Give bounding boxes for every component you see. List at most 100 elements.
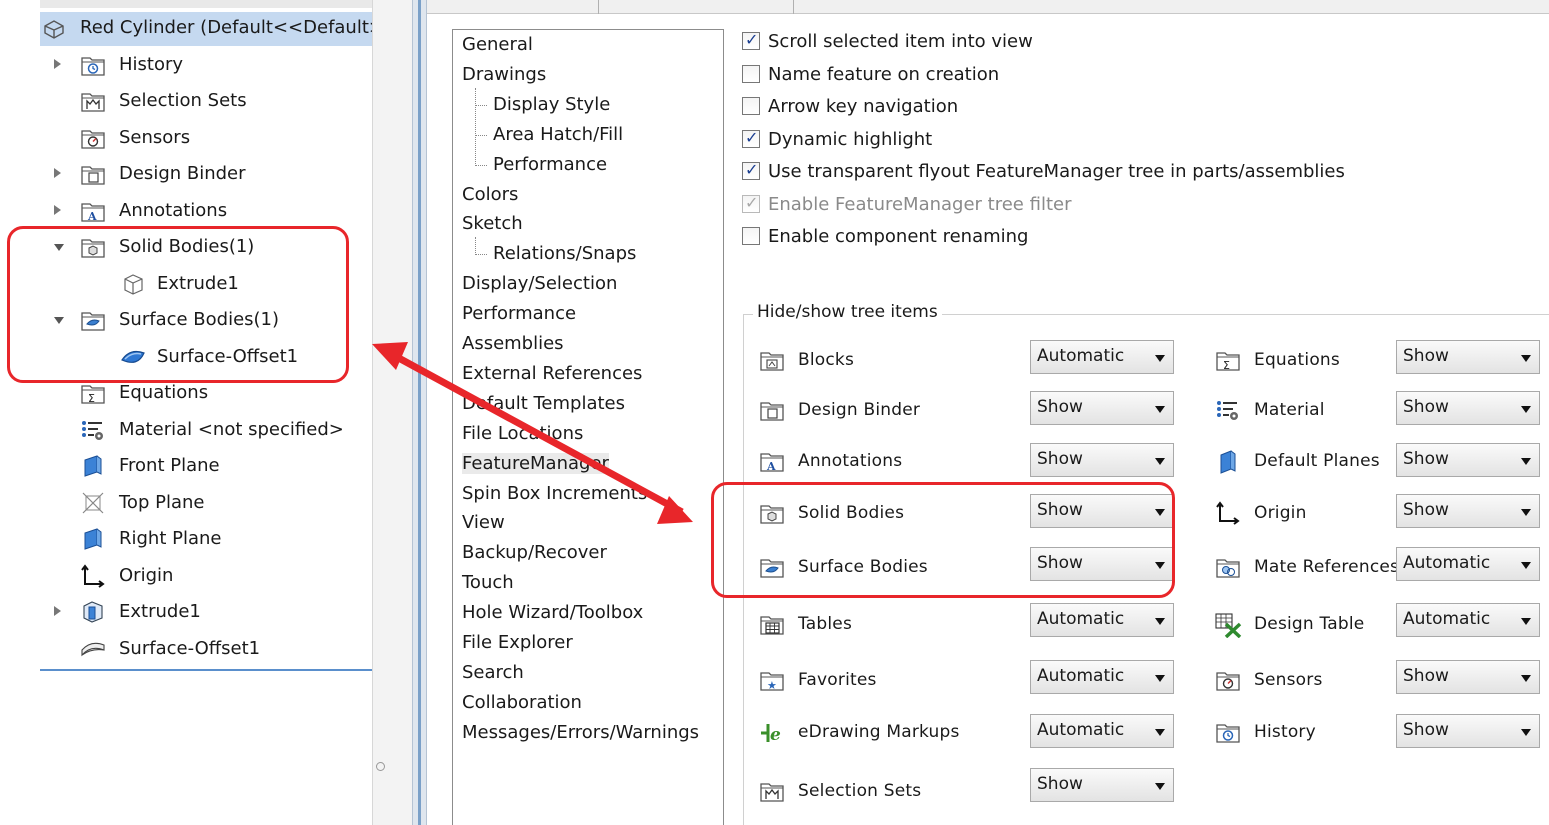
visibility-dropdown[interactable]: Show [1030, 391, 1174, 425]
chevron-down-icon [1155, 618, 1165, 625]
visibility-dropdown[interactable]: Show [1396, 391, 1540, 425]
visibility-dropdown[interactable]: Automatic [1396, 547, 1540, 581]
category-item[interactable]: Colors [462, 184, 518, 205]
category-item[interactable]: FeatureManager [462, 452, 609, 474]
option-checkbox-row[interactable]: Arrow key navigation [742, 93, 958, 119]
tree-item-label: Material <not specified> [119, 419, 344, 440]
tree-item-label: Right Plane [119, 528, 222, 549]
tree-visibility-label: Origin [1254, 503, 1307, 523]
visibility-dropdown[interactable]: Automatic [1030, 660, 1174, 694]
category-item[interactable]: Collaboration [462, 692, 582, 713]
checkbox[interactable] [742, 30, 760, 50]
chevron-down-icon [1521, 562, 1531, 569]
option-checkbox-row[interactable]: Name feature on creation [742, 61, 999, 87]
checkbox[interactable] [742, 160, 760, 180]
selection-sets-icon [759, 779, 787, 805]
category-item[interactable]: Hole Wizard/Toolbox [462, 602, 643, 623]
category-item[interactable]: Assemblies [462, 333, 564, 354]
dropdown-value: Automatic [1403, 553, 1491, 573]
visibility-dropdown[interactable]: Automatic [1030, 714, 1174, 748]
tree-visibility-label: Material [1254, 400, 1325, 420]
category-item[interactable]: Backup/Recover [462, 542, 607, 563]
option-checkbox-row[interactable]: Use transparent flyout FeatureManager tr… [742, 158, 1345, 184]
category-item[interactable]: Performance [474, 154, 607, 175]
expand-arrow-icon[interactable] [54, 606, 61, 616]
visibility-dropdown[interactable]: Automatic [1030, 603, 1174, 637]
option-checkbox-row: Enable FeatureManager tree filter [742, 191, 1071, 217]
visibility-dropdown[interactable]: Show [1396, 443, 1540, 477]
category-item[interactable]: Area Hatch/Fill [474, 124, 623, 145]
origin-icon [1215, 501, 1243, 527]
visibility-dropdown[interactable]: Show [1396, 340, 1540, 374]
checkbox[interactable] [742, 128, 760, 148]
tree-item[interactable]: Sensors [40, 122, 372, 156]
category-item[interactable]: Spin Box Increments [462, 483, 647, 504]
visibility-dropdown[interactable]: Show [1030, 443, 1174, 477]
tree-item[interactable]: History [40, 49, 372, 83]
tree-root-item[interactable]: Red Cylinder (Default<<Default> [40, 12, 372, 46]
tree-item[interactable]: Design Binder [40, 158, 372, 192]
expand-arrow-icon[interactable] [54, 205, 61, 215]
category-item[interactable]: General [462, 34, 533, 55]
tree-item[interactable]: Right Plane [40, 523, 372, 557]
visibility-dropdown[interactable]: Show [1396, 714, 1540, 748]
splitter-grip[interactable] [376, 762, 385, 771]
category-item[interactable]: Relations/Snaps [474, 243, 636, 264]
option-checkbox-row[interactable]: Dynamic highlight [742, 126, 932, 152]
category-item[interactable]: View [462, 512, 505, 533]
tab-system-options[interactable] [427, 0, 599, 14]
dropdown-value: Automatic [1403, 609, 1491, 629]
checkbox[interactable] [742, 227, 760, 245]
dropdown-value: Show [1403, 449, 1449, 469]
visibility-dropdown[interactable]: Automatic [1396, 603, 1540, 637]
tree-item[interactable]: Top Plane [40, 487, 372, 521]
category-item[interactable]: Drawings [462, 64, 546, 85]
tree-item[interactable]: Surface-Offset1 [40, 633, 372, 667]
checkbox[interactable] [742, 97, 760, 115]
dropdown-value: Automatic [1037, 609, 1125, 629]
category-item[interactable]: Messages/Errors/Warnings [462, 722, 699, 743]
chevron-down-icon [1521, 675, 1531, 682]
equations-icon: Σ [1215, 348, 1243, 374]
category-item[interactable]: Performance [462, 303, 576, 324]
checkbox-label: Enable component renaming [768, 225, 1029, 247]
checkbox[interactable] [742, 65, 760, 83]
category-item[interactable]: External References [462, 363, 642, 384]
tree-item[interactable]: Extrude1 [40, 596, 372, 630]
tree-item[interactable]: A Annotations [40, 195, 372, 229]
chevron-down-icon [1155, 783, 1165, 790]
surface-offset-feature-icon [80, 637, 106, 661]
tab-document-properties[interactable] [599, 0, 794, 14]
category-item[interactable]: File Explorer [462, 632, 573, 653]
visibility-dropdown[interactable]: Show [1396, 494, 1540, 528]
category-item[interactable]: Touch [462, 572, 514, 593]
plane-icon [80, 491, 106, 515]
expand-arrow-icon[interactable] [54, 168, 61, 178]
category-item[interactable]: Display Style [474, 94, 610, 115]
tree-visibility-label: Design Binder [798, 400, 921, 420]
tree-item[interactable]: Origin [40, 560, 372, 594]
tree-visibility-label: Blocks [798, 350, 855, 370]
dropdown-value: Automatic [1037, 720, 1125, 740]
option-checkbox-row[interactable]: Scroll selected item into view [742, 28, 1033, 54]
tree-visibility-label: Sensors [1254, 670, 1323, 690]
visibility-dropdown[interactable]: Show [1030, 768, 1174, 802]
plane-icon [80, 454, 106, 478]
panel-splitter[interactable] [372, 0, 412, 825]
part-icon [42, 18, 66, 40]
visibility-dropdown[interactable]: Show [1396, 660, 1540, 694]
category-item[interactable]: Display/Selection [462, 273, 617, 294]
tree-visibility-item: ★ Favorites [759, 666, 1019, 696]
expand-arrow-icon[interactable] [54, 59, 61, 69]
tree-item[interactable]: Material <not specified> [40, 414, 372, 448]
option-checkbox-row[interactable]: Enable component renaming [742, 223, 1028, 249]
tree-item-label: Sensors [119, 127, 191, 148]
visibility-dropdown[interactable]: Automatic [1030, 340, 1174, 374]
category-item[interactable]: File Locations [462, 423, 583, 444]
category-item[interactable]: Search [462, 662, 524, 683]
extrude-feature-icon [80, 600, 106, 624]
category-item[interactable]: Default Templates [462, 393, 625, 414]
tree-item[interactable]: Front Plane [40, 450, 372, 484]
tree-item[interactable]: Selection Sets [40, 85, 372, 119]
category-item[interactable]: Sketch [462, 213, 523, 234]
